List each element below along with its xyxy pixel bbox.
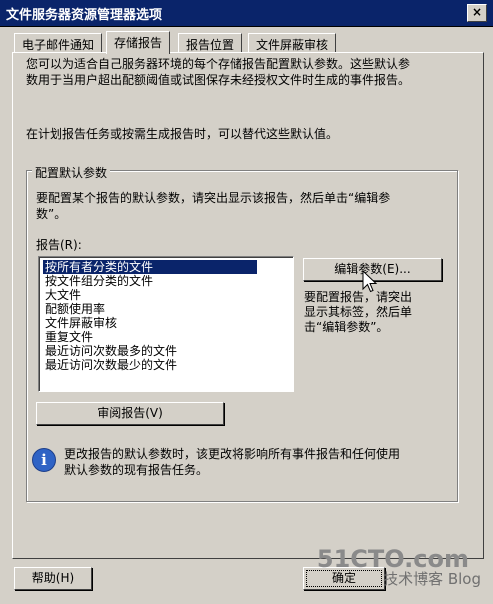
list-item[interactable]: 最近访问次数最多的文件 <box>43 344 179 358</box>
list-item[interactable]: 按所有者分类的文件 <box>43 260 257 274</box>
reports-label: 报告(R): <box>36 238 82 252</box>
list-item[interactable]: 按文件组分类的文件 <box>43 274 155 288</box>
list-item[interactable]: 最近访问次数最少的文件 <box>43 358 179 372</box>
list-item[interactable]: 重复文件 <box>43 330 95 344</box>
group-desc-1: 要配置某个报告的默认参数，请突出显示该报告，然后单击“编辑参 <box>36 191 391 205</box>
intro-line-1: 您可以为适合自己服务器环境的每个存储报告配置默认参数。这些默认参 <box>26 57 411 71</box>
window-title: 文件服务器资源管理器选项 <box>6 8 163 23</box>
info-text-1: 更改报告的默认参数时，该更改将影响所有事件报告和任何使用 <box>64 447 401 461</box>
mouse-pointer-icon <box>362 270 378 293</box>
title-bar: 文件服务器资源管理器选项 × <box>0 0 493 27</box>
group-legend: 配置默认参数 <box>32 164 111 181</box>
list-item[interactable]: 文件屏蔽审核 <box>43 316 119 330</box>
info-icon: i <box>32 448 56 472</box>
edit-hint-2: 显示其标签，然后单 <box>304 305 413 319</box>
list-item[interactable]: 配额使用率 <box>43 302 107 316</box>
reports-listbox[interactable]: 按所有者分类的文件 按文件组分类的文件 大文件 配额使用率 文件屏蔽审核 重复文… <box>38 256 294 392</box>
tab-email-notification[interactable]: 电子邮件通知 <box>14 33 103 53</box>
group-desc-2: 数”。 <box>36 207 67 221</box>
close-button[interactable]: × <box>467 4 487 22</box>
intro-line-3: 在计划报告任务或按需生成报告时，可以替代这些默认值。 <box>26 127 339 141</box>
watermark-text: 技术博客 Blog <box>383 570 481 588</box>
tab-report-locations[interactable]: 报告位置 <box>178 33 243 53</box>
tab-file-screen-audit[interactable]: 文件屏蔽审核 <box>248 33 337 53</box>
edit-hint-3: 击“编辑参数”。 <box>304 320 389 334</box>
list-item[interactable]: 大文件 <box>43 288 83 302</box>
review-reports-button[interactable]: 审阅报告(V) <box>36 402 224 425</box>
intro-line-2: 数用于当用户超出配额阈值或试图保存未经授权文件时生成的事件报告。 <box>26 73 411 87</box>
edit-hint-1: 要配置报告，请突出 <box>304 290 413 304</box>
help-button[interactable]: 帮助(H) <box>14 567 92 590</box>
tab-storage-reports[interactable]: 存储报告 <box>106 31 171 54</box>
info-text-2: 默认参数的现有报告任务。 <box>64 463 209 477</box>
